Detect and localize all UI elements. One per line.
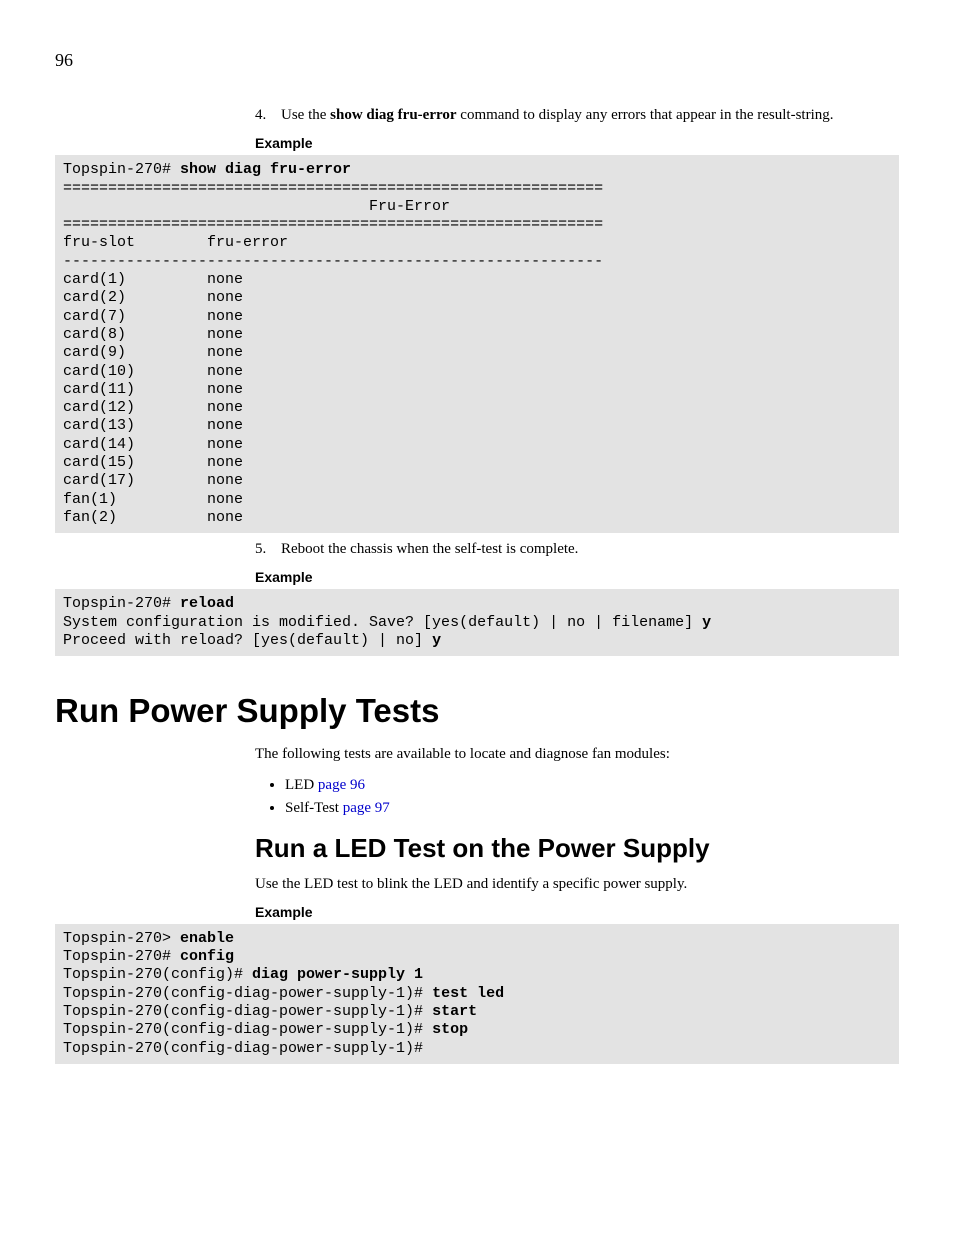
code1-row: card(15) none bbox=[63, 454, 243, 471]
code1-row: card(11) none bbox=[63, 381, 243, 398]
code1-header: fru-slot fru-error bbox=[63, 234, 288, 251]
example-label-3: Example bbox=[255, 904, 899, 920]
code2-l3-pre: Proceed with reload? [yes(default) | no] bbox=[63, 632, 432, 649]
step-4-pre: Use the bbox=[281, 107, 330, 123]
code1-row: card(13) none bbox=[63, 417, 243, 434]
code3-l1-cmd: enable bbox=[180, 930, 234, 947]
code3-l7-pre: Topspin-270(config-diag-power-supply-1)# bbox=[63, 1040, 432, 1057]
code3-l3-cmd: diag power-supply 1 bbox=[252, 966, 423, 983]
heading-run-power-supply-tests: Run Power Supply Tests bbox=[55, 692, 899, 730]
step-4: 4. Use the show diag fru-error command t… bbox=[255, 105, 899, 125]
list-item: Self-Test page 97 bbox=[285, 798, 899, 819]
code-block-fru-error: Topspin-270# show diag fru-error =======… bbox=[55, 155, 899, 533]
code1-sep2: ========================================… bbox=[63, 216, 603, 233]
example-label-2: Example bbox=[255, 569, 899, 585]
code2-l1-pre: Topspin-270# bbox=[63, 595, 180, 612]
step-5-number: 5. bbox=[255, 539, 281, 559]
code3-l1-pre: Topspin-270> bbox=[63, 930, 180, 947]
code3-l6-cmd: stop bbox=[432, 1021, 468, 1038]
bullet-1-link[interactable]: page 96 bbox=[314, 777, 365, 793]
code3-l2-pre: Topspin-270# bbox=[63, 948, 180, 965]
page-number: 96 bbox=[55, 50, 899, 71]
code3-l5-cmd: start bbox=[432, 1003, 477, 1020]
code3-l6-pre: Topspin-270(config-diag-power-supply-1)# bbox=[63, 1021, 432, 1038]
code1-row: card(1) none bbox=[63, 271, 243, 288]
code1-row: card(10) none bbox=[63, 363, 243, 380]
step-5: 5. Reboot the chassis when the self-test… bbox=[255, 539, 899, 559]
step-4-cmd: show diag fru-error bbox=[330, 107, 456, 123]
code2-l2-cmd: y bbox=[702, 614, 711, 631]
code1-prompt: Topspin-270# bbox=[63, 161, 180, 178]
code-block-led-test: Topspin-270> enable Topspin-270# config … bbox=[55, 924, 899, 1064]
heading-run-led-test: Run a LED Test on the Power Supply bbox=[255, 833, 899, 864]
code2-l2-pre: System configuration is modified. Save? … bbox=[63, 614, 702, 631]
step-4-post: command to display any errors that appea… bbox=[457, 107, 834, 123]
code3-l4-pre: Topspin-270(config-diag-power-supply-1)# bbox=[63, 985, 432, 1002]
code1-row: card(17) none bbox=[63, 472, 243, 489]
code1-row: card(9) none bbox=[63, 344, 243, 361]
bullet-2-label: Self-Test bbox=[285, 800, 339, 816]
code3-l2-cmd: config bbox=[180, 948, 234, 965]
code3-l4-cmd: test led bbox=[432, 985, 504, 1002]
code1-row: fan(2) none bbox=[63, 509, 243, 526]
bullet-list: LED page 96 Self-Test page 97 bbox=[255, 775, 899, 819]
code3-l3-pre: Topspin-270(config)# bbox=[63, 966, 252, 983]
intro-paragraph: The following tests are available to loc… bbox=[255, 744, 899, 764]
code1-sep3: ----------------------------------------… bbox=[63, 253, 603, 270]
code1-row: fan(1) none bbox=[63, 491, 243, 508]
step-4-text: Use the show diag fru-error command to d… bbox=[281, 105, 899, 125]
code1-row: card(8) none bbox=[63, 326, 243, 343]
code1-sep1: ========================================… bbox=[63, 180, 603, 197]
list-item: LED page 96 bbox=[285, 775, 899, 796]
code2-l1-cmd: reload bbox=[180, 595, 234, 612]
code1-title: Fru-Error bbox=[63, 198, 450, 215]
bullet-1-label: LED bbox=[285, 777, 314, 793]
code1-row: card(14) none bbox=[63, 436, 243, 453]
code2-l3-cmd: y bbox=[432, 632, 441, 649]
step-5-text: Reboot the chassis when the self-test is… bbox=[281, 539, 899, 559]
step-4-number: 4. bbox=[255, 105, 281, 125]
code3-l5-pre: Topspin-270(config-diag-power-supply-1)# bbox=[63, 1003, 432, 1020]
code1-cmd: show diag fru-error bbox=[180, 161, 351, 178]
code1-row: card(12) none bbox=[63, 399, 243, 416]
code1-row: card(2) none bbox=[63, 289, 243, 306]
code-block-reload: Topspin-270# reload System configuration… bbox=[55, 589, 899, 656]
bullet-2-link[interactable]: page 97 bbox=[339, 800, 390, 816]
led-test-paragraph: Use the LED test to blink the LED and id… bbox=[255, 874, 899, 894]
example-label-1: Example bbox=[255, 135, 899, 151]
code1-row: card(7) none bbox=[63, 308, 243, 325]
